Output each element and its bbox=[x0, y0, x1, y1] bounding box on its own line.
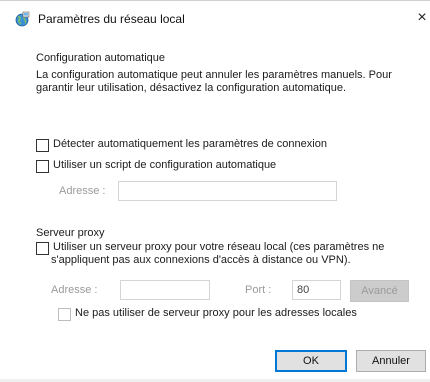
detect-settings-checkbox[interactable] bbox=[36, 139, 49, 152]
network-globe-icon bbox=[14, 11, 30, 27]
auto-config-script-checkbox[interactable] bbox=[36, 160, 49, 173]
auto-config-group-label: Configuration automatique bbox=[36, 52, 166, 64]
use-proxy-label-line-2: s'appliquent pas aux connexions d'accès … bbox=[51, 254, 351, 266]
proxy-address-input[interactable] bbox=[120, 280, 210, 300]
bypass-local-label: Ne pas utiliser de serveur proxy pour le… bbox=[75, 307, 357, 319]
cancel-button[interactable]: Annuler bbox=[356, 350, 426, 372]
script-address-input[interactable] bbox=[118, 181, 337, 201]
script-address-label: Adresse : bbox=[59, 185, 106, 197]
auto-config-script-checkbox-row[interactable]: Utiliser un script de configuration auto… bbox=[36, 159, 276, 174]
advanced-button[interactable]: Avancé bbox=[350, 280, 409, 302]
proxy-group-label: Serveur proxy bbox=[36, 227, 105, 239]
use-proxy-checkbox[interactable] bbox=[36, 242, 49, 255]
proxy-port-input[interactable] bbox=[292, 280, 341, 300]
use-proxy-label-line-1: Utiliser un serveur proxy pour votre rés… bbox=[53, 241, 385, 253]
close-icon[interactable]: × bbox=[414, 10, 430, 26]
proxy-address-label: Adresse : bbox=[51, 284, 98, 296]
bypass-local-checkbox-row[interactable]: Ne pas utiliser de serveur proxy pour le… bbox=[58, 307, 357, 322]
title-bar[interactable]: Paramètres du réseau local × bbox=[0, 1, 430, 37]
ok-button[interactable]: OK bbox=[275, 350, 347, 372]
bypass-local-checkbox[interactable] bbox=[58, 308, 71, 321]
detect-settings-checkbox-row[interactable]: Détecter automatiquement les paramètres … bbox=[36, 138, 327, 153]
detect-settings-label: Détecter automatiquement les paramètres … bbox=[53, 138, 327, 150]
auto-config-description-line-1: La configuration automatique peut annule… bbox=[36, 69, 392, 81]
auto-config-description-line-2: garantir leur utilisation, désactivez la… bbox=[36, 82, 347, 94]
lan-settings-dialog: Paramètres du réseau local × Configurati… bbox=[0, 0, 430, 382]
window-title: Paramètres du réseau local bbox=[38, 12, 185, 26]
proxy-port-label: Port : bbox=[245, 284, 272, 296]
auto-config-script-label: Utiliser un script de configuration auto… bbox=[53, 159, 277, 171]
